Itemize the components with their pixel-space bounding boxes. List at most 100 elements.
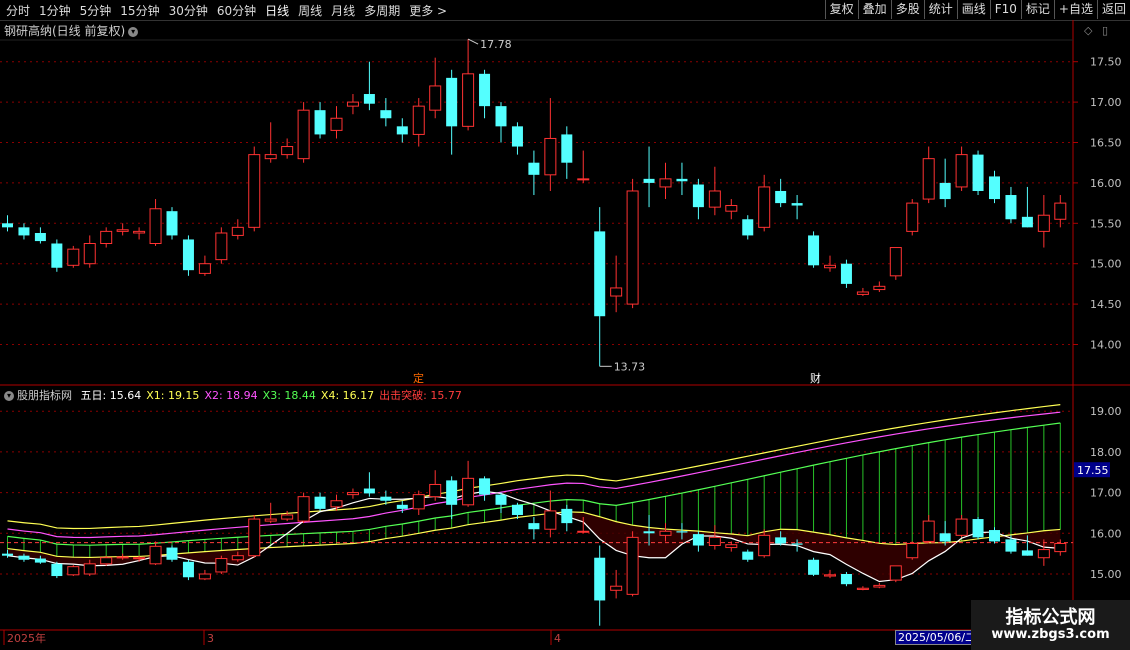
action-button-2[interactable]: 多股: [890, 0, 924, 19]
action-button-1[interactable]: 叠加: [857, 0, 891, 19]
stock-title-text: 钢研高纳(日线 前复权): [4, 24, 126, 38]
indicator-candle: [67, 566, 80, 576]
indicator-candle: [561, 508, 573, 524]
breakthrough-area: [7, 511, 1061, 582]
time-label: 4: [554, 632, 561, 645]
indicator-tick-label: 15.00: [1090, 568, 1122, 581]
indicator-value-3: X3: 18.44: [262, 389, 316, 402]
x4-line: [7, 511, 1061, 559]
period-2[interactable]: 5分钟: [80, 2, 112, 19]
indicator-candle: [330, 500, 343, 508]
chevron-down-icon[interactable]: ▾: [128, 26, 139, 37]
indicator-candle: [544, 510, 557, 530]
price-candle: [380, 110, 392, 119]
price-candle: [314, 110, 326, 135]
period-8[interactable]: 月线: [331, 2, 355, 19]
chevron-down-icon[interactable]: ▾: [4, 391, 14, 401]
indicator-candle: [1005, 539, 1017, 552]
indicator-tick-label: 16.00: [1090, 527, 1122, 540]
price-candle: [1054, 202, 1067, 220]
watermark-title: 指标公式网: [1005, 607, 1096, 628]
indicator-candle: [775, 537, 787, 544]
price-candle: [906, 202, 919, 232]
indicator-candle: [955, 518, 968, 536]
window-icon[interactable]: ▯: [1102, 24, 1108, 37]
action-button-6[interactable]: 标记: [1020, 0, 1054, 19]
price-candle: [34, 232, 46, 242]
x1-line: [7, 404, 1061, 530]
period-1[interactable]: 1分钟: [39, 2, 71, 19]
action-button-7[interactable]: +自选: [1053, 0, 1097, 19]
time-label: 2025年: [7, 631, 46, 645]
ma5-line: [7, 490, 1061, 583]
price-candle: [824, 264, 836, 269]
action-toolbar: 复权 叠加 多股 统计 画线 F10 标记 +自选 返回: [824, 0, 1130, 19]
indicator-tick-label: 19.00: [1090, 405, 1122, 418]
indicator-candle: [182, 561, 194, 578]
indicator-candle: [1037, 549, 1050, 559]
indicator-name: 股朋指标网: [17, 389, 72, 402]
price-candle: [955, 154, 968, 188]
indicator-candle: [462, 477, 475, 506]
price-candle: [51, 243, 63, 268]
period-9[interactable]: 多周期: [364, 2, 400, 19]
price-tick-label: 17.00: [1090, 96, 1122, 109]
watermark-url: www.zbgs3.com: [991, 627, 1110, 642]
price-candle: [692, 184, 704, 208]
price-candle: [922, 158, 935, 200]
action-button-5[interactable]: F10: [989, 0, 1021, 19]
indicator-tick-label: 18.00: [1090, 446, 1122, 459]
indicator-candle: [1021, 550, 1033, 556]
toolbar: 分时 1分钟 5分钟 15分钟 30分钟 60分钟 日线 周线 月线 多周期 更多 > 复权 叠加 多股…: [0, 0, 1130, 21]
price-tick-label: 14.50: [1090, 298, 1122, 311]
indicator-candle: [676, 531, 688, 533]
indicator-value-2: X2: 18.94: [204, 389, 258, 402]
period-10[interactable]: 更多 >: [409, 2, 447, 19]
period-7[interactable]: 周线: [298, 2, 322, 19]
indicator-candle: [34, 558, 46, 563]
indicator-candle: [2, 553, 13, 556]
indicator-candle: [479, 478, 491, 495]
diamond-icon[interactable]: ◇: [1084, 24, 1092, 37]
period-0[interactable]: 分时: [6, 2, 30, 19]
price-candle: [742, 219, 754, 236]
indicator-candle: [149, 545, 162, 565]
price-candle: [363, 94, 375, 104]
indicator-candle: [808, 559, 820, 575]
high-pointer: [467, 38, 479, 45]
period-6[interactable]: 日线: [265, 2, 289, 19]
indicator-candle: [215, 558, 228, 573]
indicator-title: ▾ 股朋指标网 五日: 15.64 X1: 19.15 X2: 18.94 X3: 18…: [4, 387, 467, 403]
price-candle: [840, 263, 852, 284]
watermark: 指标公式网 www.zbgs3.com: [971, 600, 1130, 650]
indicator-value-1: X1: 19.15: [146, 389, 200, 402]
period-5[interactable]: 60分钟: [217, 2, 256, 19]
action-button-8[interactable]: 返回: [1096, 0, 1130, 19]
price-candle: [281, 146, 294, 156]
price-candle: [297, 109, 310, 160]
price-candle: [83, 243, 96, 265]
indicator-candle: [18, 555, 30, 560]
price-candle: [972, 154, 984, 191]
indicator-candle: [297, 496, 310, 522]
period-4[interactable]: 30分钟: [169, 2, 208, 19]
price-tick-label: 14.00: [1090, 339, 1122, 352]
price-candle: [708, 190, 721, 208]
indicator-candle: [314, 496, 326, 509]
price-candle: [198, 263, 211, 274]
action-button-3[interactable]: 统计: [923, 0, 957, 19]
indicator-candle: [889, 565, 902, 581]
indicator-candle: [446, 480, 458, 505]
indicator-candle: [396, 504, 408, 509]
action-button-4[interactable]: 画线: [956, 0, 990, 19]
action-button-0[interactable]: 复权: [824, 0, 858, 19]
indicator-candle: [380, 496, 392, 501]
period-3[interactable]: 15分钟: [120, 2, 159, 19]
price-candle: [1037, 214, 1050, 232]
price-candle: [248, 154, 261, 228]
indicator-candle: [495, 494, 507, 505]
indicator-candle: [610, 585, 623, 591]
selected-date-label: 2025/05/06/二: [895, 630, 980, 645]
indicator-candle: [626, 536, 639, 595]
current-price-tag: [1074, 462, 1110, 478]
